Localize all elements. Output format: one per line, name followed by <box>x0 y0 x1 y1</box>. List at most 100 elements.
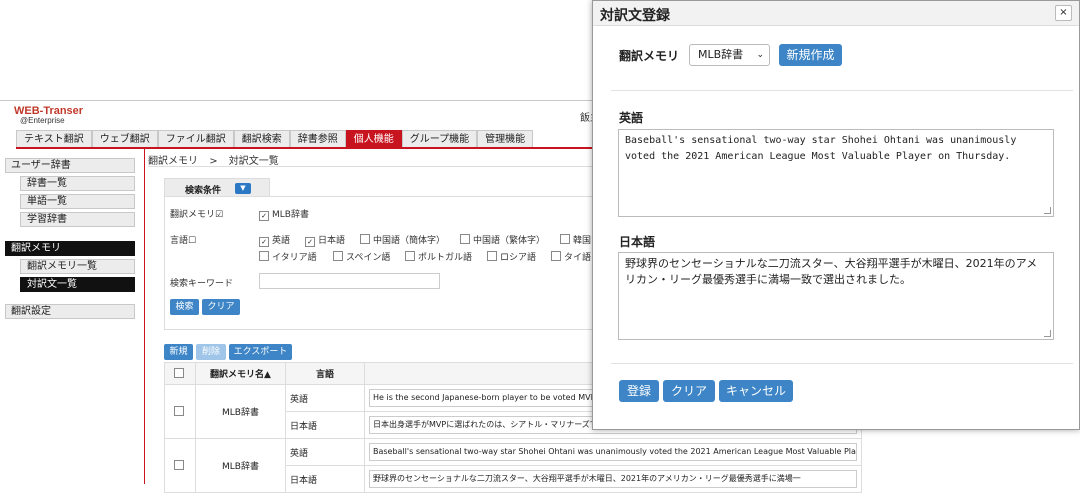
lang-option-korean[interactable]: 韓国 <box>560 233 591 246</box>
chevron-down-icon: ⌄ <box>756 50 764 60</box>
logo-subtitle: @Enterprise <box>20 116 65 125</box>
clear-search-button[interactable]: クリア <box>202 299 240 315</box>
lang-label: ロシア語 <box>500 253 537 263</box>
lang-option-chinese-simplified[interactable]: 中国語（簡体字） <box>360 233 445 246</box>
dialog-title: 対訳文登録 <box>600 8 670 24</box>
row-checkbox-cell[interactable] <box>164 438 196 493</box>
search-conditions-label: 検索条件 <box>185 186 222 196</box>
lang-label: スペイン語 <box>346 253 391 263</box>
sidebar-memory[interactable]: 翻訳メモリ <box>5 241 135 256</box>
sidebar-item-learning-dict[interactable]: 学習辞書 <box>20 212 135 227</box>
header-memory-name[interactable]: 翻訳メモリ名▲ <box>195 362 286 385</box>
select-all-cell[interactable] <box>164 362 196 385</box>
checkbox-checked-icon[interactable]: ✓ <box>259 211 269 221</box>
lang-label: イタリア語 <box>272 253 317 263</box>
lang-label: 日本語 <box>318 236 346 246</box>
japanese-text: 野球界のセンセーショナルな二刀流スター、大谷翔平選手が木曜日、2021年のアメリ… <box>625 257 1038 286</box>
cancel-button[interactable]: キャンセル <box>719 380 793 402</box>
sidebar-item-word-list[interactable]: 単語一覧 <box>20 194 135 209</box>
row-text[interactable]: 野球界のセンセーショナルな二刀流スター、大谷翔平選手が木曜日、2021年のアメリ… <box>369 470 857 488</box>
lang-option-japanese[interactable]: ✓ 日本語 <box>305 233 345 247</box>
row-checkbox-cell[interactable] <box>164 384 196 439</box>
close-icon[interactable]: × <box>1055 5 1072 21</box>
memory-select-value: MLB辞書 <box>698 48 744 61</box>
new-button[interactable]: 新規 <box>164 344 193 360</box>
english-textarea[interactable]: Baseball's sensational two-way star Shoh… <box>618 129 1054 217</box>
dialog-memory-label: 翻訳メモリ <box>619 49 680 63</box>
breadcrumb: 翻訳メモリ > 対訳文一覧 <box>148 152 279 167</box>
english-text: Baseball's sensational two-way star Shoh… <box>625 135 1017 162</box>
lang-option-italian[interactable]: イタリア語 <box>259 250 317 263</box>
checkbox-icon[interactable] <box>560 234 570 244</box>
content-divider <box>144 149 145 484</box>
clear-button[interactable]: クリア <box>663 380 715 402</box>
sidebar-item-dict-list[interactable]: 辞書一覧 <box>20 176 135 191</box>
search-conditions-tab[interactable]: 検索条件 ▼ <box>164 178 270 197</box>
tab-dictionary[interactable]: 辞書参照 <box>289 130 346 147</box>
delete-button[interactable]: 削除 <box>196 344 226 360</box>
checkbox-icon[interactable] <box>333 251 343 261</box>
checkbox-checked-icon[interactable]: ✓ <box>259 237 269 247</box>
row-text-cell: 野球界のセンセーショナルな二刀流スター、大谷翔平選手が木曜日、2021年のアメリ… <box>364 465 862 493</box>
lang-option-portuguese[interactable]: ポルトガル語 <box>405 250 472 263</box>
tab-personal[interactable]: 個人機能 <box>345 130 402 147</box>
tab-text-translation[interactable]: テキスト翻訳 <box>16 130 92 147</box>
lang-label: 中国語（繁体字） <box>473 236 546 246</box>
tab-admin[interactable]: 管理機能 <box>477 130 534 147</box>
table-row: MLB辞書 英語 Baseball's sensational two-way … <box>164 438 862 493</box>
lang-option-english[interactable]: ✓ 英語 <box>259 233 290 247</box>
dialog-footer-divider <box>611 363 1073 364</box>
lang-label: 中国語（簡体字） <box>373 236 446 246</box>
checkbox-icon[interactable] <box>487 251 497 261</box>
memory-filter-label: 翻訳メモリ☑ <box>170 210 224 220</box>
tab-web-translation[interactable]: ウェブ翻訳 <box>91 130 158 147</box>
resize-handle-icon[interactable] <box>1044 330 1051 337</box>
row-text[interactable]: Baseball's sensational two-way star Shoh… <box>369 443 857 461</box>
memory-select[interactable]: MLB辞書 ⌄ <box>689 44 770 66</box>
chevron-down-icon[interactable]: ▼ <box>235 183 251 194</box>
sidebar-item-memory-list[interactable]: 翻訳メモリ一覧 <box>20 259 135 274</box>
app-logo: WEB-Transer @Enterprise <box>14 106 83 125</box>
sidebar: ユーザー辞書 辞書一覧 単語一覧 学習辞書 翻訳メモリ 翻訳メモリ一覧 対訳文一… <box>5 158 135 319</box>
sidebar-user-dict[interactable]: ユーザー辞書 <box>5 158 135 173</box>
row-language: 英語 <box>285 438 365 466</box>
sidebar-item-parallel-list[interactable]: 対訳文一覧 <box>20 277 135 292</box>
lang-option-russian[interactable]: ロシア語 <box>487 250 536 263</box>
row-memory-name: MLB辞書 <box>195 438 286 493</box>
lang-label: 韓国 <box>573 236 592 246</box>
sidebar-settings[interactable]: 翻訳設定 <box>5 304 135 319</box>
row-language: 日本語 <box>285 465 365 493</box>
checkbox-icon[interactable] <box>173 459 184 470</box>
row-text-cell: Baseball's sensational two-way star Shoh… <box>364 438 862 466</box>
checkbox-icon[interactable] <box>460 234 470 244</box>
header-language: 言語 <box>285 362 365 385</box>
lang-option-chinese-traditional[interactable]: 中国語（繁体字） <box>460 233 545 246</box>
resize-handle-icon[interactable] <box>1044 207 1051 214</box>
lang-option-spanish[interactable]: スペイン語 <box>333 250 390 263</box>
checkbox-icon[interactable] <box>173 405 184 416</box>
lang-label: タイ語 <box>564 253 592 263</box>
lang-option-thai[interactable]: タイ語 <box>551 250 591 263</box>
register-button[interactable]: 登録 <box>619 380 659 402</box>
checkbox-icon[interactable] <box>173 367 184 378</box>
lang-label: 英語 <box>272 236 291 246</box>
dialog-header: 対訳文登録 × <box>593 1 1079 26</box>
japanese-textarea[interactable]: 野球界のセンセーショナルな二刀流スター、大谷翔平選手が木曜日、2021年のアメリ… <box>618 252 1054 340</box>
row-memory-name: MLB辞書 <box>195 384 286 439</box>
memory-filter-option[interactable]: ✓ MLB辞書 <box>259 207 309 221</box>
tab-translation-search[interactable]: 翻訳検索 <box>233 130 290 147</box>
checkbox-icon[interactable] <box>360 234 370 244</box>
checkbox-checked-icon[interactable]: ✓ <box>305 237 315 247</box>
dialog-divider <box>611 90 1073 91</box>
lang-label: ポルトガル語 <box>418 253 473 263</box>
create-new-button[interactable]: 新規作成 <box>779 44 842 66</box>
export-button[interactable]: エクスポート <box>229 344 292 360</box>
checkbox-icon[interactable] <box>405 251 415 261</box>
checkbox-icon[interactable] <box>259 251 269 261</box>
keyword-input[interactable] <box>259 273 440 289</box>
search-button[interactable]: 検索 <box>170 299 199 315</box>
keyword-label: 検索キーワード <box>170 279 234 289</box>
tab-group[interactable]: グループ機能 <box>401 130 478 147</box>
tab-file-translation[interactable]: ファイル翻訳 <box>157 130 234 147</box>
checkbox-icon[interactable] <box>551 251 561 261</box>
